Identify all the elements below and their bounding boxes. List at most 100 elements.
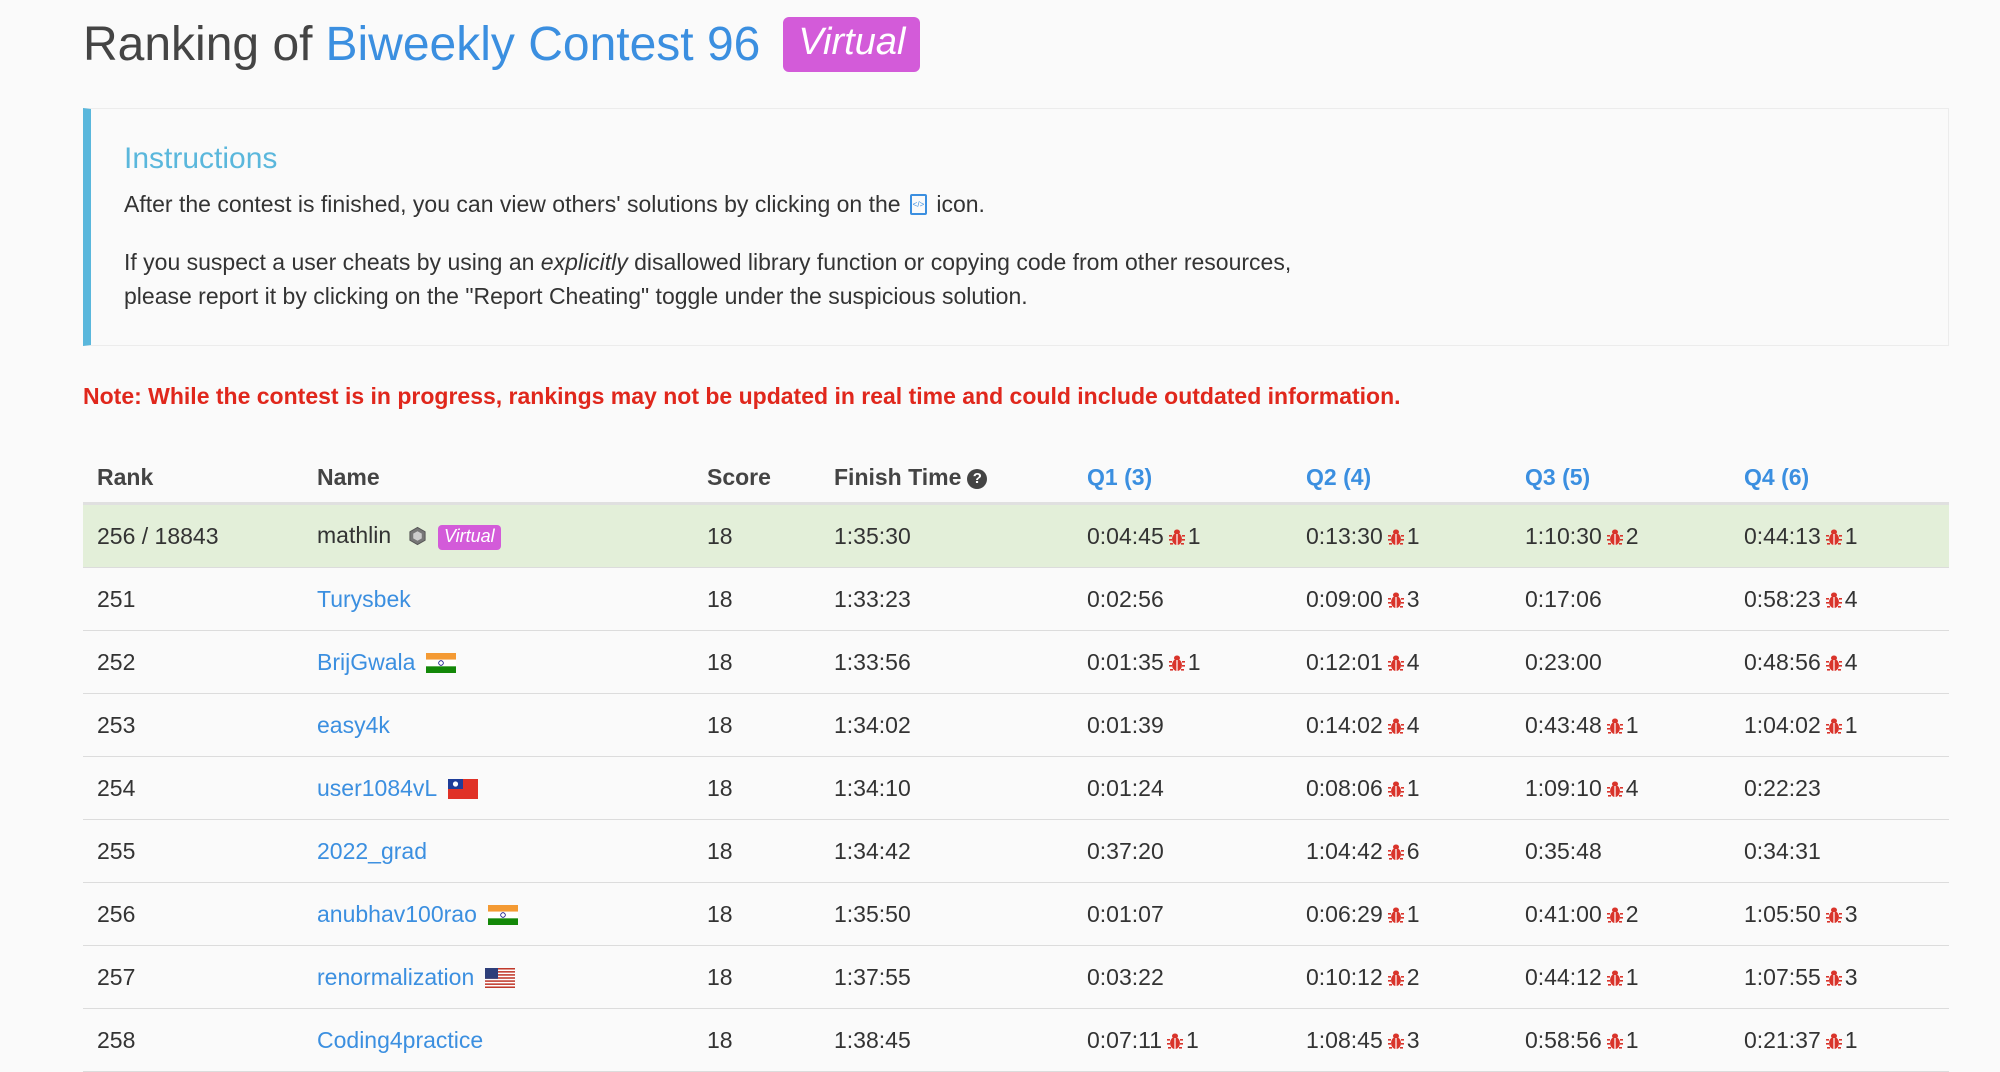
- solve-time: 1:08:45: [1306, 1026, 1383, 1053]
- wrong-attempts: 3: [1406, 585, 1420, 612]
- username-link[interactable]: user1084vL: [317, 775, 437, 801]
- q3-cell[interactable]: 0:17:06: [1511, 567, 1730, 631]
- page-title: Ranking of Biweekly Contest 96 Virtual: [83, 12, 921, 76]
- wrong-attempts: 2: [1406, 963, 1420, 990]
- q1-cell[interactable]: 0:02:56: [1073, 567, 1292, 631]
- solve-time: 0:48:56: [1744, 648, 1821, 675]
- q4-cell[interactable]: 0:48:56 4: [1730, 630, 1949, 694]
- solve-time: 0:58:56: [1525, 1026, 1602, 1053]
- name-cell: renormalization: [303, 945, 693, 1009]
- solve-time: 0:41:00: [1525, 900, 1602, 927]
- username-link[interactable]: Coding4practice: [317, 1027, 483, 1053]
- table-row: 251 Turysbek 18 1:33:23 0:02:56 0:09:00 3 0:17:…: [83, 567, 1949, 631]
- q3-cell[interactable]: 0:58:56 1: [1511, 1008, 1730, 1072]
- q2-cell[interactable]: 1:04:42 6: [1292, 819, 1511, 883]
- q4-cell[interactable]: 1:04:02 1: [1730, 693, 1949, 757]
- bug-icon: [1606, 780, 1623, 798]
- bug-icon: [1387, 969, 1404, 987]
- header-q1[interactable]: Q1 (3): [1073, 452, 1292, 505]
- wrong-attempts: 1: [1187, 522, 1201, 549]
- solve-time: 0:10:12: [1306, 963, 1383, 990]
- q4-cell[interactable]: 0:21:37 1: [1730, 1008, 1949, 1072]
- q2-cell[interactable]: 0:08:06 1: [1292, 756, 1511, 820]
- wrong-attempts: 1: [1625, 1026, 1639, 1053]
- self-q3[interactable]: 1:10:30 2: [1511, 503, 1730, 568]
- wrong-attempts: 3: [1406, 1026, 1420, 1053]
- contest-link[interactable]: Biweekly Contest 96: [325, 17, 760, 72]
- username-link[interactable]: renormalization: [317, 964, 474, 990]
- q2-cell[interactable]: 0:06:29 1: [1292, 882, 1511, 946]
- bug-icon: [1387, 654, 1404, 672]
- instructions-line-3: please report it by clicking on the "Rep…: [124, 283, 1028, 309]
- solve-time: 0:37:20: [1087, 837, 1164, 864]
- self-q2[interactable]: 0:13:30 1: [1292, 503, 1511, 568]
- virtual-badge: Virtual: [783, 16, 921, 72]
- q1-cell[interactable]: 0:01:24: [1073, 756, 1292, 820]
- solve-time: 0:01:07: [1087, 900, 1164, 927]
- q3-cell[interactable]: 0:35:48: [1511, 819, 1730, 883]
- rank-cell: 257: [83, 945, 303, 1009]
- rank-cell: 253: [83, 693, 303, 757]
- score-cell: 18: [693, 1008, 820, 1072]
- question-circle-icon[interactable]: ?: [967, 468, 988, 489]
- q1-cell[interactable]: 0:37:20: [1073, 819, 1292, 883]
- code-file-icon: [909, 194, 927, 215]
- q3-cell[interactable]: 0:41:00 2: [1511, 882, 1730, 946]
- name-cell: BrijGwala: [303, 630, 693, 694]
- bug-icon: [1387, 906, 1404, 924]
- header-name: Name: [303, 452, 693, 505]
- q4-cell[interactable]: 1:05:50 3: [1730, 882, 1949, 946]
- q3-cell[interactable]: 0:43:48 1: [1511, 693, 1730, 757]
- q2-cell[interactable]: 0:10:12 2: [1292, 945, 1511, 1009]
- name-cell: 2022_grad: [303, 819, 693, 883]
- header-q3[interactable]: Q3 (5): [1511, 452, 1730, 505]
- username-link[interactable]: BrijGwala: [317, 649, 415, 675]
- bug-icon: [1606, 528, 1623, 546]
- q4-cell[interactable]: 0:58:23 4: [1730, 567, 1949, 631]
- username-link[interactable]: 2022_grad: [317, 838, 427, 864]
- username-link[interactable]: Turysbek: [317, 586, 411, 612]
- header-q2[interactable]: Q2 (4): [1292, 452, 1511, 505]
- q2-cell[interactable]: 0:14:02 4: [1292, 693, 1511, 757]
- bug-icon: [1387, 843, 1404, 861]
- self-score: 18: [693, 503, 820, 568]
- solve-time: 1:09:10: [1525, 774, 1602, 801]
- self-rank: 256 / 18843: [83, 503, 303, 568]
- q4-cell[interactable]: 1:07:55 3: [1730, 945, 1949, 1009]
- rank-cell: 252: [83, 630, 303, 694]
- q3-cell[interactable]: 0:23:00: [1511, 630, 1730, 694]
- header-q4[interactable]: Q4 (6): [1730, 452, 1949, 505]
- rank-cell: 254: [83, 756, 303, 820]
- self-q1[interactable]: 0:04:45 1: [1073, 503, 1292, 568]
- self-username: mathlin: [317, 522, 392, 548]
- wrong-attempts: 1: [1186, 1026, 1199, 1053]
- q4-cell[interactable]: 0:34:31: [1730, 819, 1949, 883]
- wrong-attempts: 4: [1625, 774, 1639, 801]
- finish-time-cell: 1:37:55: [820, 945, 1073, 1009]
- wrong-attempts: 1: [1406, 900, 1420, 927]
- q3-cell[interactable]: 1:09:10 4: [1511, 756, 1730, 820]
- q2-cell[interactable]: 0:12:01 4: [1292, 630, 1511, 694]
- q1-cell[interactable]: 0:01:35 1: [1073, 630, 1292, 694]
- solve-time: 0:01:39: [1087, 711, 1164, 738]
- q1-cell[interactable]: 0:03:22: [1073, 945, 1292, 1009]
- table-row: 252 BrijGwala 18 1:33:56 0:01:35 1 0:12:01 4 0:2…: [83, 630, 1949, 694]
- self-q4[interactable]: 0:44:13 1: [1730, 503, 1949, 568]
- q2-cell[interactable]: 1:08:45 3: [1292, 1008, 1511, 1072]
- solve-time: 0:07:11: [1087, 1026, 1163, 1053]
- username-link[interactable]: easy4k: [317, 712, 390, 738]
- q1-cell[interactable]: 0:01:07: [1073, 882, 1292, 946]
- q4-cell[interactable]: 0:22:23: [1730, 756, 1949, 820]
- wrong-attempts: 2: [1625, 900, 1639, 927]
- solve-time: 0:08:06: [1306, 774, 1383, 801]
- username-link[interactable]: anubhav100rao: [317, 901, 477, 927]
- solve-time: 0:06:29: [1306, 900, 1383, 927]
- score-cell: 18: [693, 756, 820, 820]
- wrong-attempts: 1: [1844, 711, 1858, 738]
- q1-cell[interactable]: 0:01:39: [1073, 693, 1292, 757]
- wrong-attempts: 1: [1406, 522, 1420, 549]
- q1-cell[interactable]: 0:07:11 1: [1073, 1008, 1292, 1072]
- q2-cell[interactable]: 0:09:00 3: [1292, 567, 1511, 631]
- q3-cell[interactable]: 0:44:12 1: [1511, 945, 1730, 1009]
- bug-icon: [1825, 1032, 1842, 1050]
